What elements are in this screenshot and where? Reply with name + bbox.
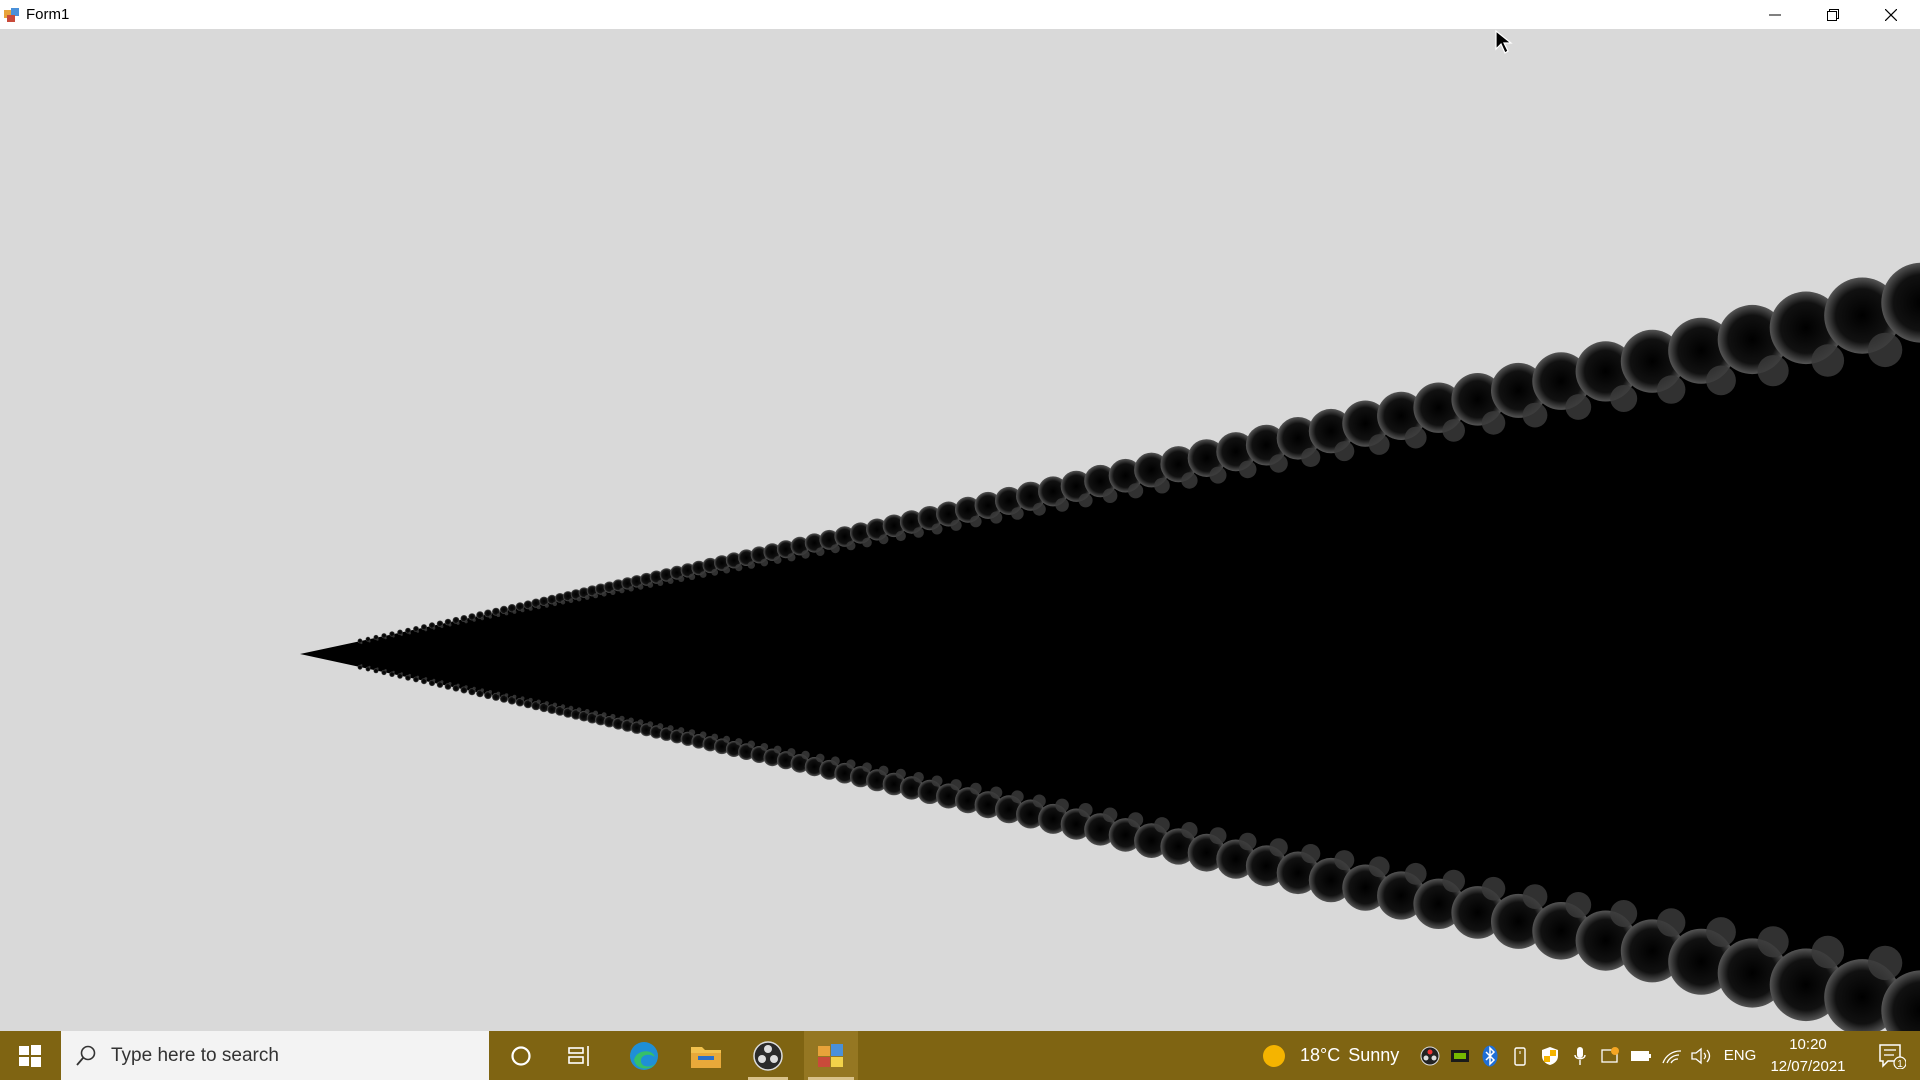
title-bar: Form1 <box>0 0 1920 29</box>
search-icon <box>76 1045 96 1066</box>
microphone-icon <box>1574 1046 1586 1065</box>
taskbar-edge[interactable] <box>618 1031 670 1080</box>
notification-count: 1 <box>1897 1059 1903 1069</box>
form-app-icon[interactable] <box>4 7 20 23</box>
cortana-button[interactable] <box>496 1031 546 1080</box>
tray-nvidia[interactable] <box>1448 1031 1472 1080</box>
restore-icon <box>1827 8 1839 21</box>
folder-icon <box>691 1046 721 1068</box>
tray-security[interactable] <box>1538 1031 1562 1080</box>
notification-icon: 1 <box>1879 1043 1906 1069</box>
start-button[interactable] <box>0 1031 60 1080</box>
taskbar: Type here to search 18°C Sunny ENG 10:20… <box>0 1031 1920 1080</box>
mandelbrot-render <box>300 262 1920 1051</box>
clock-time: 10:20 <box>1789 1035 1827 1053</box>
sun-icon <box>1263 1044 1285 1067</box>
system-clock[interactable]: 10:20 12/07/2021 <box>1752 1031 1864 1080</box>
taskbar-form1[interactable] <box>804 1031 858 1080</box>
window-controls <box>1746 0 1920 29</box>
fractal-shape <box>300 262 1920 1051</box>
weather-widget[interactable]: 18°C Sunny <box>1262 1031 1412 1080</box>
close-button[interactable] <box>1862 0 1920 29</box>
tray-bluetooth[interactable] <box>1478 1031 1502 1080</box>
cortana-circle-icon <box>511 1045 531 1066</box>
taskbar-file-explorer[interactable] <box>680 1031 732 1080</box>
windows-logo-icon <box>19 1044 41 1067</box>
tray-volume[interactable] <box>1690 1031 1714 1080</box>
usb-device-icon <box>1514 1046 1526 1066</box>
wifi-icon <box>1662 1049 1682 1063</box>
weather-temp: 18°C <box>1300 1045 1341 1065</box>
action-center-button[interactable]: 1 <box>1868 1031 1916 1080</box>
window-title: Form1 <box>26 6 70 23</box>
tray-update[interactable] <box>1598 1031 1622 1080</box>
clock-date: 12/07/2021 <box>1770 1057 1846 1075</box>
task-view-button[interactable] <box>555 1031 605 1080</box>
windows-update-icon <box>1601 1046 1619 1063</box>
tray-microphone[interactable] <box>1568 1031 1592 1080</box>
edge-browser-icon <box>630 1041 658 1070</box>
tray-wifi[interactable] <box>1660 1031 1684 1080</box>
weather-condition: Sunny <box>1348 1045 1400 1065</box>
tray-obs[interactable] <box>1418 1031 1442 1080</box>
obs-tray-icon <box>1420 1046 1440 1065</box>
form-app-taskbar-icon <box>818 1043 843 1067</box>
close-icon <box>1885 8 1897 21</box>
taskbar-obs[interactable] <box>742 1031 794 1080</box>
speaker-icon <box>1691 1047 1711 1064</box>
nvidia-icon <box>1451 1049 1469 1062</box>
minimize-icon <box>1769 14 1781 15</box>
fractal-canvas[interactable] <box>0 29 1920 1051</box>
windows-security-icon <box>1542 1046 1558 1065</box>
search-placeholder: Type here to search <box>111 1044 279 1066</box>
tray-battery[interactable] <box>1628 1031 1654 1080</box>
restore-button[interactable] <box>1804 0 1862 29</box>
task-view-icon <box>568 1045 589 1066</box>
minimize-button[interactable] <box>1746 0 1804 29</box>
tray-usb-device[interactable] <box>1508 1031 1532 1080</box>
obs-studio-icon <box>753 1040 783 1071</box>
search-box[interactable]: Type here to search <box>61 1031 489 1080</box>
mouse-cursor-icon <box>1495 29 1513 54</box>
battery-icon <box>1631 1050 1651 1061</box>
bluetooth-icon <box>1482 1045 1498 1066</box>
